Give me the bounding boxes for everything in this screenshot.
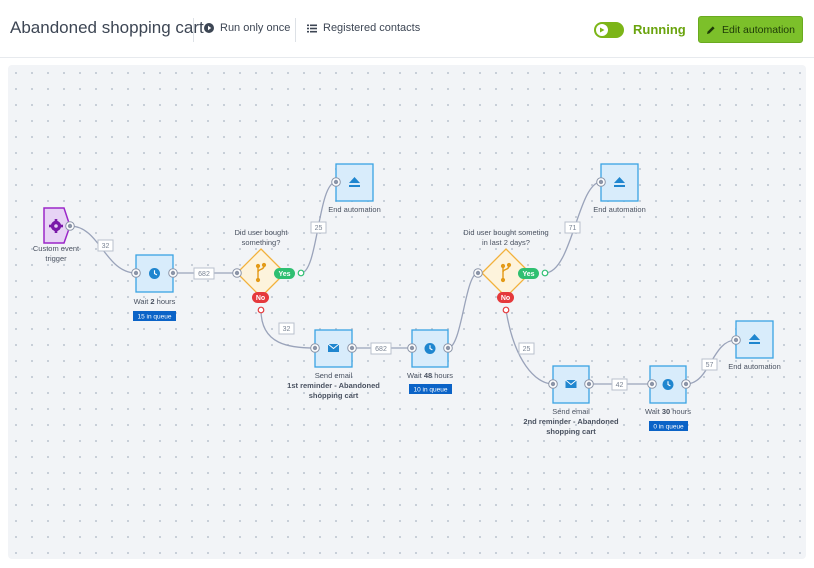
- count-badge: 682: [193, 267, 215, 280]
- email-node-1[interactable]: Send email 1st reminder - Abandoned shop…: [287, 329, 380, 400]
- svg-text:No: No: [256, 295, 265, 302]
- condition-label-line2: something?: [242, 238, 281, 247]
- condition-label-line1: Did user bought: [235, 228, 289, 237]
- svg-text:682: 682: [198, 271, 210, 278]
- svg-text:42: 42: [616, 382, 624, 389]
- svg-text:Yes: Yes: [278, 271, 290, 278]
- count-badge: 25: [518, 342, 535, 355]
- count-badge: 32: [97, 239, 114, 252]
- email-label-line1: Send email: [552, 407, 590, 416]
- yes-branch-badge[interactable]: Yes: [518, 268, 549, 279]
- flow-counts: 32 682 25 32 682 71 25 42 57: [97, 221, 718, 391]
- condition-node-2[interactable]: Did user bought someting in last 2 days?…: [463, 228, 549, 314]
- svg-text:682: 682: [375, 346, 387, 353]
- trigger-label-line1: Custom event: [33, 244, 80, 253]
- email-node-2[interactable]: Send email 2nd reminder - Abandoned shop…: [523, 365, 619, 436]
- svg-text:No: No: [501, 295, 510, 302]
- svg-text:32: 32: [102, 243, 110, 250]
- wait-label: Wait 48 hours: [407, 371, 453, 380]
- svg-text:25: 25: [523, 346, 531, 353]
- email-label-line2: 1st reminder - Abandoned: [287, 381, 380, 390]
- count-badge: 71: [564, 221, 581, 234]
- end-node-2[interactable]: End automation: [593, 163, 646, 214]
- clock-icon: [149, 268, 160, 279]
- email-label-line3: shopping cart: [546, 427, 596, 436]
- envelope-icon: [327, 343, 340, 352]
- svg-text:57: 57: [706, 362, 714, 369]
- wait-node-3[interactable]: Wait 30 hours 0 in queue: [645, 365, 691, 431]
- condition-label-line2: in last 2 days?: [482, 238, 530, 247]
- wait-node-1[interactable]: Wait 2 hours 15 in queue: [131, 254, 178, 321]
- wait-label: Wait 2 hours: [134, 297, 176, 306]
- clock-icon: [662, 379, 674, 390]
- count-badge: 42: [611, 378, 628, 391]
- yes-branch-badge[interactable]: Yes: [274, 268, 305, 279]
- condition-label-line1: Did user bought someting: [463, 228, 548, 237]
- count-badge: 57: [701, 358, 718, 371]
- trigger-label-line2: trigger: [45, 254, 67, 263]
- wait-label: Wait 30 hours: [645, 407, 691, 416]
- count-badge: 32: [278, 322, 295, 335]
- email-label-line1: Send email: [315, 371, 353, 380]
- count-badge: 682: [370, 342, 392, 355]
- workflow-diagram: 32 682 25 32 682 71 25 42 57 Custom even…: [33, 163, 781, 436]
- svg-text:71: 71: [569, 225, 577, 232]
- count-badge: 25: [310, 221, 327, 234]
- end-node-3[interactable]: End automation: [728, 320, 781, 371]
- no-branch-badge[interactable]: No: [497, 292, 514, 314]
- svg-text:25: 25: [315, 225, 323, 232]
- end-label: End automation: [328, 205, 381, 214]
- end-node-1[interactable]: End automation: [328, 163, 381, 214]
- end-label: End automation: [593, 205, 646, 214]
- wait-node-2[interactable]: Wait 48 hours 10 in queue: [407, 329, 453, 394]
- email-label-line2: 2nd reminder - Abandoned: [523, 417, 619, 426]
- envelope-icon: [565, 379, 577, 388]
- condition-node-1[interactable]: Did user bought something? Yes No: [232, 228, 305, 314]
- queue-count: 15 in queue: [138, 314, 172, 321]
- svg-text:Yes: Yes: [522, 271, 534, 278]
- connector: [447, 272, 479, 349]
- clock-icon: [424, 343, 436, 354]
- queue-count: 0 in queue: [653, 424, 684, 431]
- end-label: End automation: [728, 362, 781, 371]
- queue-count: 10 in queue: [414, 387, 448, 394]
- svg-text:32: 32: [283, 326, 291, 333]
- trigger-node[interactable]: Custom event trigger: [33, 207, 80, 263]
- no-branch-badge[interactable]: No: [252, 292, 269, 314]
- email-label-line3: shopping cart: [309, 391, 359, 400]
